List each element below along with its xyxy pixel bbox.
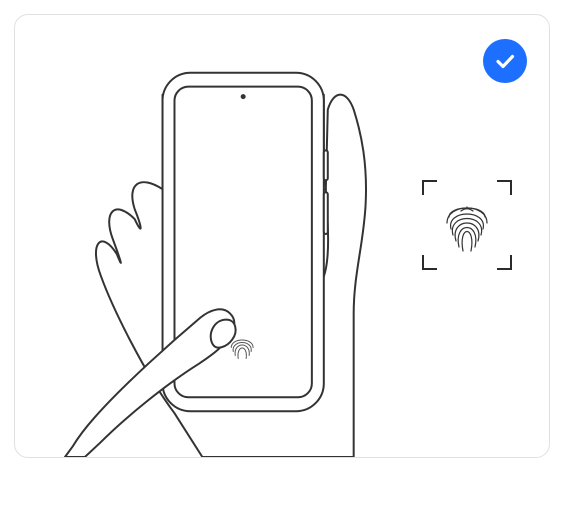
instruction-card xyxy=(14,14,550,458)
hand-holding-phone-illustration xyxy=(15,15,549,457)
phone-side-button xyxy=(324,150,328,180)
diagram-stage xyxy=(0,0,568,512)
phone-camera-dot xyxy=(241,94,246,99)
phone-side-button xyxy=(324,192,328,234)
